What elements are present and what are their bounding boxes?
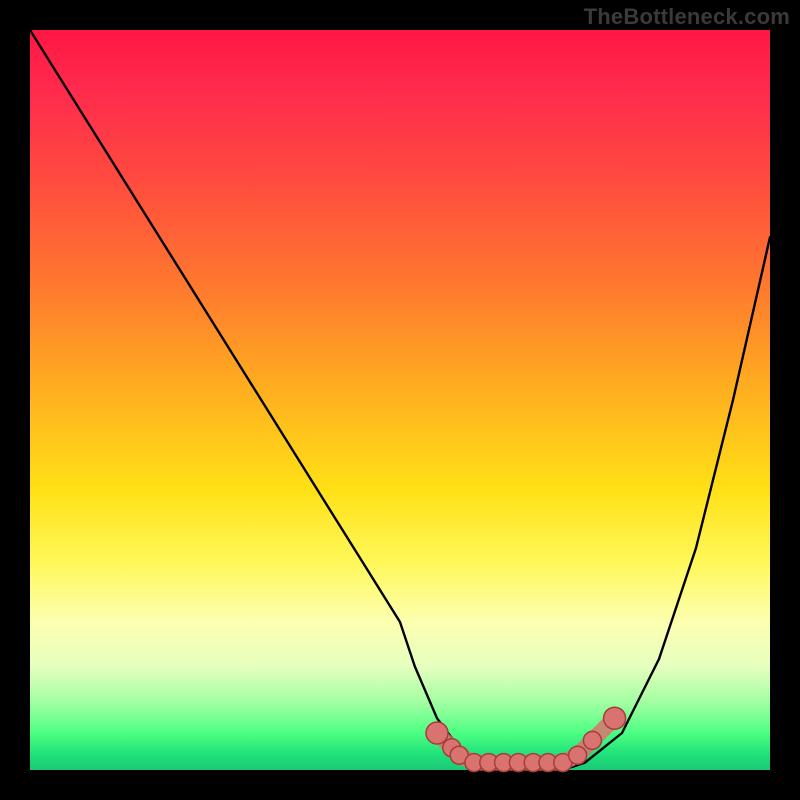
bottleneck-curve [30,30,770,770]
sweet-spot-marker [426,722,448,744]
sweet-spot-markers [426,707,626,771]
sweet-spot-marker [604,707,626,729]
watermark-text: TheBottleneck.com [584,4,790,30]
chart-frame: TheBottleneck.com [0,0,800,800]
chart-overlay-svg [30,30,770,770]
sweet-spot-marker [583,731,601,749]
sweet-spot-marker [569,746,587,764]
